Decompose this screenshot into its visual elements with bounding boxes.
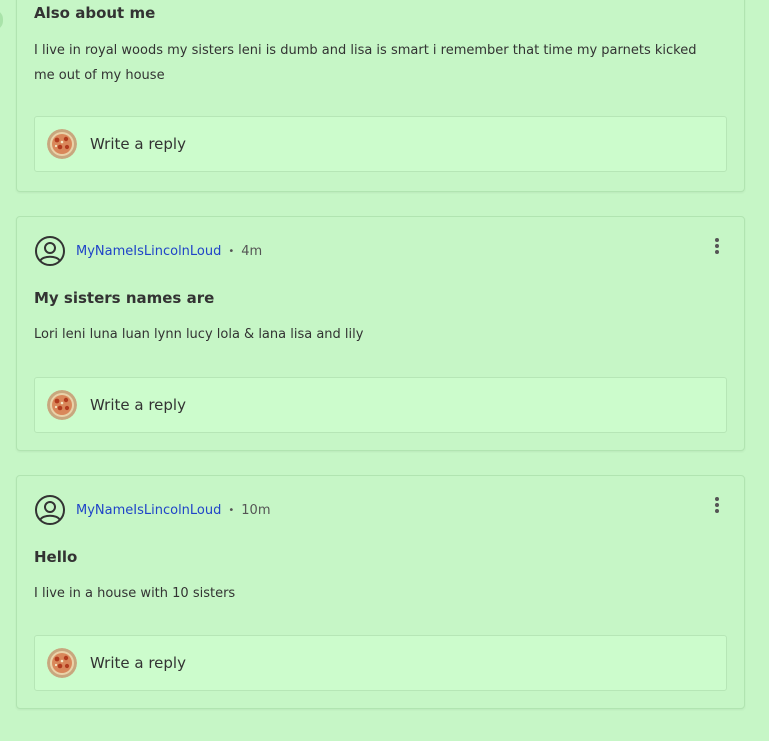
- author-username-link[interactable]: MyNameIsLincolnLoud: [76, 244, 221, 259]
- author-username-link[interactable]: MyNameIsLincolnLoud: [76, 503, 221, 518]
- reply-placeholder: Write a reply: [90, 396, 186, 414]
- sidebar-edge-handle[interactable]: [0, 10, 3, 30]
- post-card: MyNameIsLincolnLoud • 4m My sisters name…: [16, 216, 745, 451]
- post-body: I live in royal woods my sisters leni is…: [34, 43, 697, 83]
- user-circle-icon[interactable]: [34, 494, 66, 526]
- pizza-avatar-icon: [47, 648, 77, 678]
- post-timestamp: 4m: [241, 243, 263, 259]
- more-vertical-icon[interactable]: [708, 495, 726, 517]
- post-body: I live in a house with 10 sisters: [34, 586, 236, 601]
- post-header: MyNameIsLincolnLoud • 10m: [34, 493, 271, 527]
- pizza-avatar-icon: [47, 129, 77, 159]
- post-title: Hello: [34, 548, 78, 566]
- reply-placeholder: Write a reply: [90, 135, 186, 153]
- reply-input[interactable]: Write a reply: [34, 377, 727, 433]
- post-title: My sisters names are: [34, 289, 215, 307]
- post-title: Also about me: [34, 4, 156, 22]
- post-header: MyNameIsLincolnLoud • 4m: [34, 234, 262, 268]
- more-vertical-icon[interactable]: [708, 236, 726, 258]
- meta-separator: •: [228, 504, 235, 516]
- reply-placeholder: Write a reply: [90, 654, 186, 672]
- user-circle-icon[interactable]: [34, 235, 66, 267]
- reply-input[interactable]: Write a reply: [34, 635, 727, 691]
- pizza-avatar-icon: [47, 390, 77, 420]
- post-card: MyNameIsLincolnLoud • 10m Hello I live i…: [16, 475, 745, 709]
- post-timestamp: 10m: [241, 502, 271, 518]
- post-card: Also about me I live in royal woods my s…: [16, 0, 745, 192]
- meta-separator: •: [228, 245, 235, 257]
- post-body: Lori leni luna luan lynn lucy lola & lan…: [34, 327, 364, 342]
- reply-input[interactable]: Write a reply: [34, 116, 727, 172]
